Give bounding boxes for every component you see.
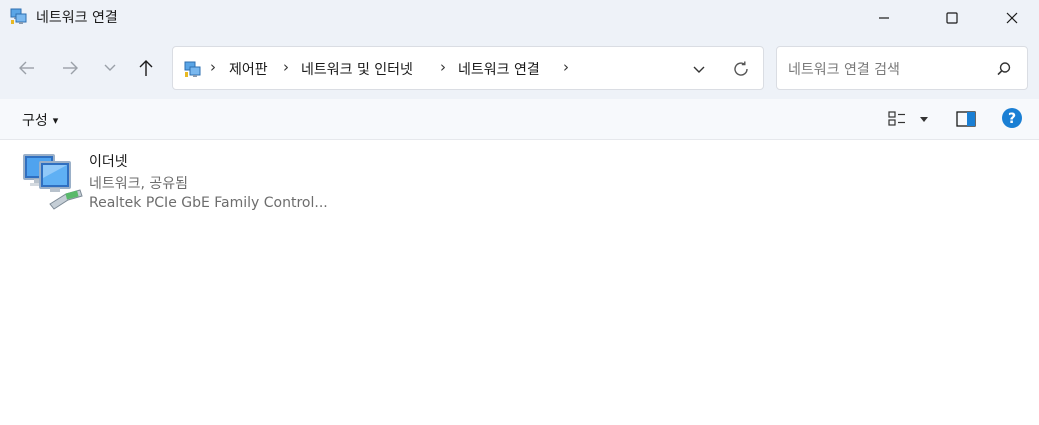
window-title: 네트워크 연결: [36, 10, 118, 26]
address-bar[interactable]: › 제어판 › 네트워크 및 인터넷 › 네트워크 연결 ›: [172, 46, 764, 90]
breadcrumb-separator[interactable]: ›: [283, 58, 289, 76]
caret-down-icon: ▾: [52, 113, 59, 127]
refresh-button[interactable]: [729, 58, 753, 80]
maximize-button[interactable]: [929, 0, 975, 36]
breadcrumb-network-internet[interactable]: 네트워크 및 인터넷: [301, 59, 413, 79]
title-bar: 네트워크 연결: [0, 0, 1039, 36]
list-item[interactable]: 이더넷 네트워크, 공유됨 Realtek PCIe GbE Family Co…: [18, 148, 338, 214]
forward-button[interactable]: [55, 54, 85, 82]
preview-pane-icon[interactable]: [955, 110, 977, 128]
ethernet-adapter-icon: [23, 154, 83, 210]
help-icon[interactable]: ?: [1001, 107, 1023, 129]
close-button[interactable]: [989, 0, 1035, 36]
svg-text:?: ?: [1008, 111, 1016, 127]
breadcrumb-control-panel[interactable]: 제어판: [229, 59, 268, 79]
caret-down-icon[interactable]: [917, 111, 931, 127]
up-button[interactable]: [131, 54, 161, 82]
minimize-icon: [879, 17, 889, 19]
arrow-right-icon: [63, 61, 78, 75]
minimize-button[interactable]: [861, 0, 907, 36]
search-box[interactable]: 네트워크 연결 검색: [776, 46, 1028, 90]
change-view-icon[interactable]: [886, 109, 908, 129]
back-button[interactable]: [12, 54, 42, 82]
arrow-left-icon: [19, 61, 34, 75]
refresh-icon: [734, 61, 748, 76]
network-connections-icon: [10, 8, 27, 24]
chevron-down-icon: [104, 64, 116, 71]
control-panel-icon: [184, 61, 201, 77]
chevron-down-icon: [693, 66, 705, 73]
connection-device: Realtek PCIe GbE Family Control...: [89, 195, 328, 211]
close-icon: [1006, 12, 1018, 24]
connection-status: 네트워크, 공유됨: [89, 176, 189, 192]
organize-label: 구성: [22, 113, 48, 129]
recent-locations-button[interactable]: [95, 54, 125, 82]
breadcrumb-separator[interactable]: ›: [210, 58, 216, 76]
command-bar: 구성 ▾ ?: [0, 99, 1039, 140]
navigation-bar: › 제어판 › 네트워크 및 인터넷 › 네트워크 연결 › 네트워크 연결 검…: [0, 36, 1039, 99]
organize-button[interactable]: 구성 ▾: [22, 110, 58, 130]
breadcrumb-network-connections[interactable]: 네트워크 연결: [458, 59, 540, 79]
connection-name: 이더넷: [89, 154, 128, 170]
maximize-icon: [946, 12, 958, 24]
breadcrumb-separator[interactable]: ›: [563, 58, 569, 76]
search-input[interactable]: 네트워크 연결 검색: [788, 59, 900, 79]
arrow-up-icon: [139, 60, 153, 76]
address-history-button[interactable]: [687, 60, 711, 80]
breadcrumb-separator[interactable]: ›: [440, 58, 446, 76]
search-icon[interactable]: [995, 60, 1013, 78]
